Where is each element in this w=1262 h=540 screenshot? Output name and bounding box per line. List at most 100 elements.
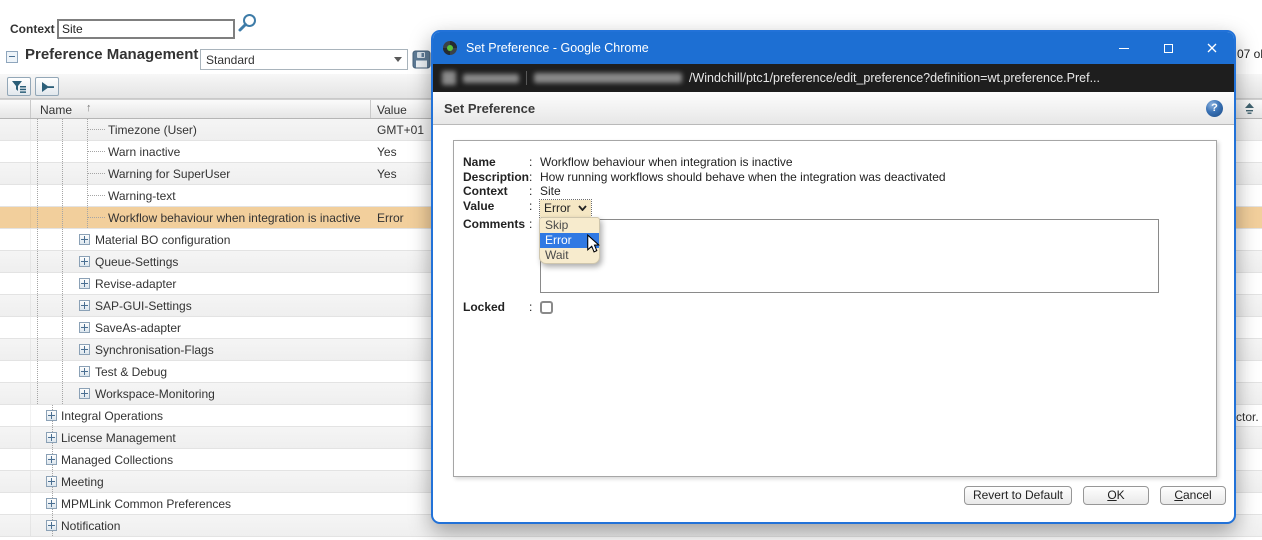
expand-plus-icon[interactable] [46, 432, 57, 443]
search-icon[interactable] [236, 12, 258, 39]
expand-plus-icon[interactable] [46, 520, 57, 531]
page-title: Preference Management [25, 46, 198, 63]
truncated-cell-text: ctor. [1236, 410, 1259, 424]
expand-plus-icon[interactable] [46, 454, 57, 465]
close-button[interactable] [1190, 32, 1234, 64]
redacted-host-part [534, 73, 682, 83]
ok-button[interactable]: OK [1083, 486, 1149, 505]
maximize-icon [1164, 44, 1173, 53]
minimize-button[interactable] [1102, 32, 1146, 64]
tree-line [37, 273, 38, 294]
expand-plus-icon[interactable] [79, 278, 90, 289]
mouse-cursor-icon [586, 234, 600, 258]
url-divider [526, 71, 527, 85]
form-row-context: Context Site [463, 184, 1216, 199]
row-label: MPMLink Common Preferences [61, 497, 231, 511]
colon [529, 184, 540, 199]
row-label: Workspace-Monitoring [95, 387, 215, 401]
site-info-icon[interactable] [442, 71, 456, 85]
row-label: Managed Collections [61, 453, 173, 467]
collapse-section-icon[interactable] [6, 51, 18, 63]
chevron-down-icon [394, 57, 402, 62]
comments-textarea[interactable] [540, 219, 1159, 293]
minimize-icon [1119, 48, 1129, 49]
expand-plus-icon[interactable] [46, 498, 57, 509]
form-row-locked: Locked [463, 300, 1216, 315]
row-label: Timezone (User) [108, 123, 197, 137]
url-text: /Windchill/ptc1/preference/edit_preferen… [689, 71, 1100, 85]
tree-line [37, 295, 38, 316]
tree-line [88, 151, 105, 152]
row-label: License Management [61, 431, 176, 445]
context-label: Context [10, 22, 55, 36]
dialog-title: Set Preference [444, 101, 535, 116]
expand-plus-icon[interactable] [79, 234, 90, 245]
tree-line [37, 339, 38, 360]
row-label: Warning-text [108, 189, 176, 203]
expand-plus-icon[interactable] [79, 256, 90, 267]
locked-checkbox[interactable] [540, 301, 553, 314]
column-header-name[interactable]: Name [40, 103, 72, 117]
preference-form: Name Workflow behaviour when integration… [453, 140, 1217, 477]
context-input[interactable] [57, 19, 235, 39]
column-header-value[interactable]: Value [377, 103, 407, 117]
tree-line [88, 217, 105, 218]
row-value: Error [377, 211, 404, 225]
name-label: Name [463, 155, 529, 170]
url-bar[interactable]: /Windchill/ptc1/preference/edit_preferen… [433, 64, 1234, 92]
description-label: Description [463, 170, 529, 185]
form-row-value: Value Error SkipErrorWait [463, 199, 1216, 218]
sort-ascending-icon[interactable] [1243, 102, 1256, 120]
help-icon[interactable]: ? [1206, 100, 1223, 117]
expand-plus-icon[interactable] [79, 344, 90, 355]
tree-line [37, 383, 38, 404]
dialog-page-header: Set Preference ? [433, 92, 1234, 125]
tree-line [62, 317, 63, 338]
windchill-favicon [442, 40, 458, 56]
expand-plus-icon[interactable] [79, 322, 90, 333]
save-icon[interactable] [412, 50, 431, 74]
form-row-description: Description How running workflows should… [463, 170, 1216, 185]
expand-plus-icon[interactable] [79, 366, 90, 377]
row-label: SAP-GUI-Settings [95, 299, 192, 313]
expand-plus-icon[interactable] [79, 388, 90, 399]
tree-line [62, 163, 63, 184]
maximize-button[interactable] [1146, 32, 1190, 64]
context-value: Site [540, 184, 561, 199]
view-dropdown[interactable]: Standard [200, 49, 408, 70]
value-select-wrap: Error SkipErrorWait [540, 200, 591, 218]
tree-line [62, 119, 63, 140]
expand-rows-button[interactable] [35, 77, 59, 96]
view-dropdown-value: Standard [206, 53, 255, 67]
value-select[interactable]: Error [540, 200, 591, 218]
tree-line [62, 141, 63, 162]
tree-line [37, 141, 38, 162]
tree-line [62, 207, 63, 228]
filter-button[interactable] [7, 77, 31, 96]
expand-plus-icon[interactable] [46, 410, 57, 421]
tree-line [62, 273, 63, 294]
dropdown-option[interactable]: Skip [540, 218, 599, 233]
description-value: How running workflows should behave when… [540, 170, 946, 185]
expand-plus-icon[interactable] [79, 300, 90, 311]
column-divider [30, 100, 31, 118]
row-label: Synchronisation-Flags [95, 343, 214, 357]
window-titlebar[interactable]: Set Preference - Google Chrome [433, 32, 1234, 64]
row-label: Warn inactive [108, 145, 180, 159]
context-label: Context [463, 184, 529, 199]
row-label: Workflow behaviour when integration is i… [108, 211, 361, 225]
object-count-truncated: 07 ob [1237, 47, 1262, 61]
redacted-url-part [463, 74, 519, 83]
cancel-button[interactable]: Cancel [1160, 486, 1226, 505]
row-label: Material BO configuration [95, 233, 230, 247]
tree-line [62, 295, 63, 316]
column-divider [370, 100, 371, 118]
row-label: Test & Debug [95, 365, 167, 379]
close-icon [1207, 43, 1217, 53]
tree-line [62, 229, 63, 250]
expand-plus-icon[interactable] [46, 476, 57, 487]
tree-line [37, 361, 38, 382]
row-value: Yes [377, 145, 397, 159]
revert-to-default-button[interactable]: Revert to Default [964, 486, 1072, 505]
chevron-down-icon [578, 205, 587, 211]
